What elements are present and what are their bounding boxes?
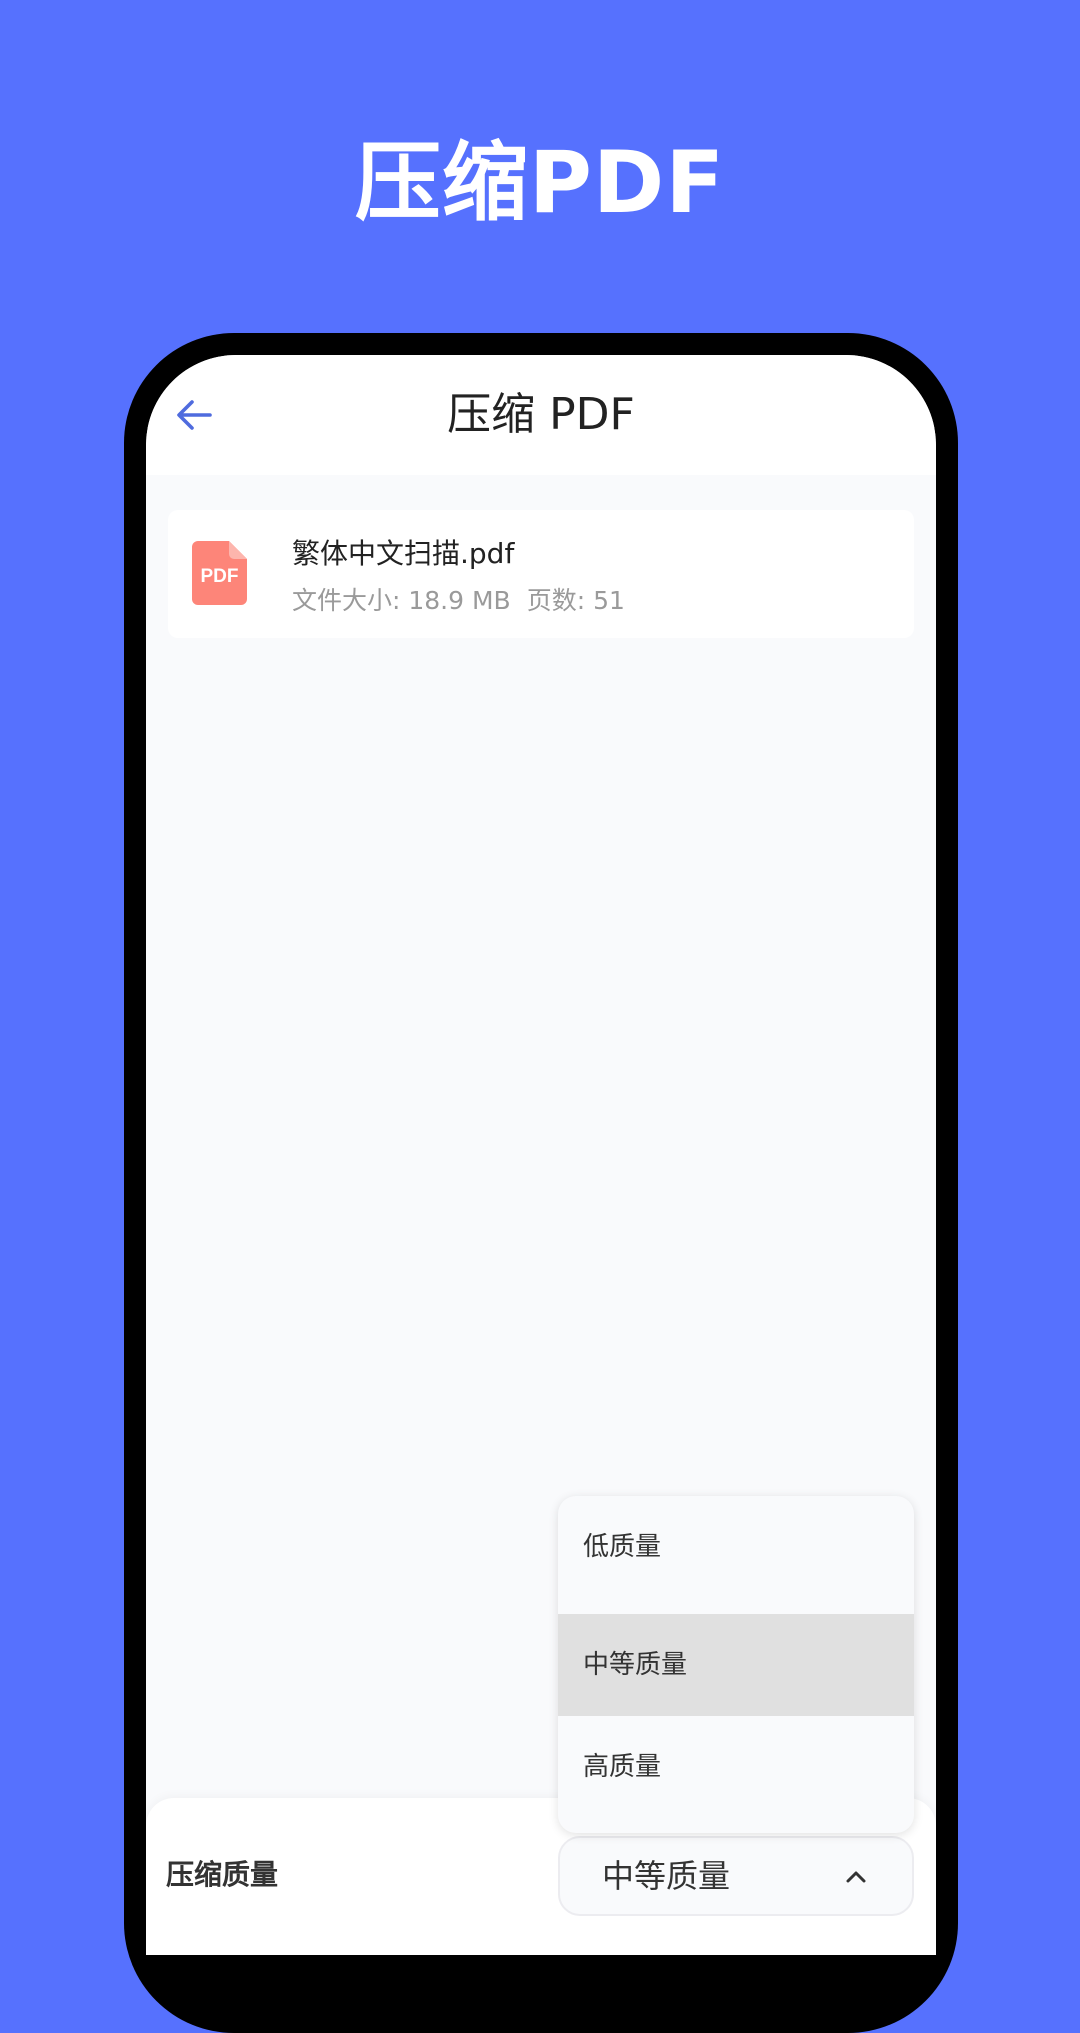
chevron-up-icon (844, 1866, 868, 1888)
pdf-icon-text: PDF (201, 566, 239, 587)
quality-select[interactable]: 中等质量 (558, 1836, 914, 1916)
quality-option-medium[interactable]: 中等质量 (558, 1614, 914, 1716)
quality-option-label: 中等质量 (583, 1650, 688, 1680)
compression-quality-label: 压缩质量 (166, 1858, 279, 1891)
pdf-file-icon: PDF (192, 541, 247, 605)
quality-option-high[interactable]: 高质量 (558, 1716, 914, 1818)
quality-dropdown-menu: 低质量 中等质量 高质量 (558, 1496, 914, 1833)
file-meta: 文件大小: 18.9 MB 页数: 51 (292, 585, 625, 617)
app-header: 压缩 PDF (146, 355, 936, 475)
promo-title: 压缩PDF (354, 133, 726, 233)
quality-select-value: 中等质量 (602, 1857, 731, 1895)
quality-option-label: 高质量 (583, 1752, 662, 1782)
quality-option-low[interactable]: 低质量 (558, 1496, 914, 1598)
file-pages: 页数: 51 (526, 586, 625, 615)
page-title: 压缩 PDF (447, 389, 635, 440)
file-size: 文件大小: 18.9 MB (292, 586, 511, 615)
phone-screen: 压缩 PDF PDF 繁体中文扫描.pdf 文件大小: 18.9 MB 页数: 5… (146, 355, 936, 1955)
file-name: 繁体中文扫描.pdf (292, 537, 515, 570)
file-card[interactable]: PDF 繁体中文扫描.pdf 文件大小: 18.9 MB 页数: 51 (168, 510, 914, 638)
quality-option-label: 低质量 (583, 1532, 662, 1562)
